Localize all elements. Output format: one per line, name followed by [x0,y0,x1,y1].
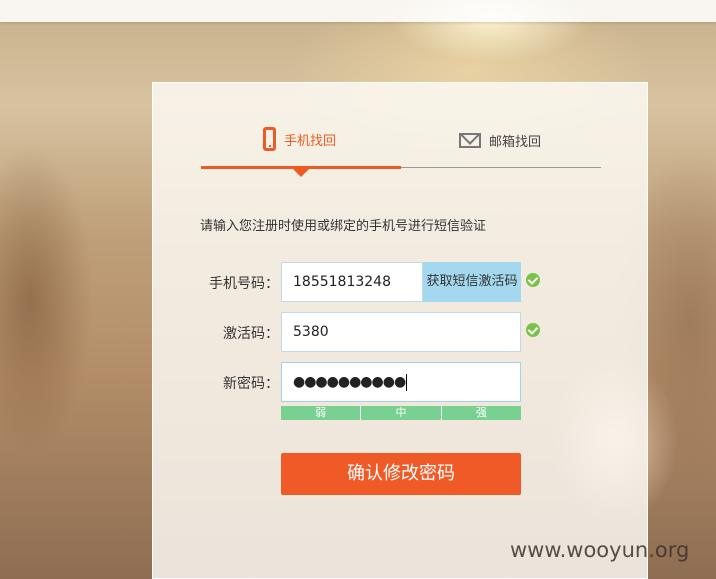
tab-email-label: 邮箱找回 [489,135,542,150]
new-password-input[interactable]: ●●●●●●●●●● [281,362,521,402]
active-tab-pointer [293,169,309,177]
tab-phone-label: 手机找回 [284,133,337,149]
code-field-label: 激活码： [223,326,279,342]
password-strength-meter: 弱 中 强 [281,406,521,420]
code-valid-check-icon [526,323,540,337]
phone-number-input[interactable]: 18551813248 [281,262,423,302]
tab-phone-recovery[interactable]: 手机找回 [263,127,336,151]
watermark-text: www.wooyun.org [510,538,690,562]
phone-valid-check-icon [526,273,540,287]
strength-medium: 中 [361,406,442,420]
text-cursor [406,373,408,391]
password-masked-value: ●●●●●●●●●● [293,374,406,390]
activation-code-input[interactable]: 5380 [281,312,521,352]
top-bar [0,0,716,22]
reset-password-panel: 手机找回 邮箱找回 请输入您注册时使用或绑定的手机号进行短信验证 手机号码： 1… [152,82,648,579]
mobile-phone-icon [263,127,276,151]
tab-email-recovery[interactable]: 邮箱找回 [459,131,541,150]
get-sms-code-button[interactable]: 获取短信激活码 [423,262,521,302]
confirm-change-password-button[interactable]: 确认修改密码 [281,453,521,495]
password-field-label: 新密码： [223,376,279,392]
strength-strong: 强 [441,406,521,420]
envelope-icon [459,133,481,148]
strength-weak: 弱 [281,406,362,420]
phone-field-label: 手机号码： [209,276,279,292]
instruction-text: 请输入您注册时使用或绑定的手机号进行短信验证 [200,219,487,234]
tab-divider-line [401,167,601,168]
